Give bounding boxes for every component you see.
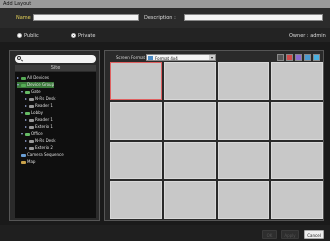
layout-cell[interactable]	[217, 141, 270, 180]
camera-icon	[29, 104, 34, 108]
site-header: Site	[15, 65, 96, 71]
tree-item[interactable]: ▸ N-Rs Desk	[25, 96, 56, 102]
group-icon	[25, 90, 30, 94]
sequence-icon	[21, 153, 26, 157]
tree-item-label: Device Group	[27, 82, 55, 87]
dialog-button-bar: OK Apply Cancel	[0, 225, 330, 241]
screen-format-label: Screen Format :	[116, 55, 148, 60]
layout-cell[interactable]	[271, 101, 323, 140]
tree-item-label: Exterio 2	[35, 145, 53, 150]
layout-cell[interactable]	[163, 101, 216, 140]
camera-icon	[29, 118, 34, 122]
layout-cell[interactable]	[271, 181, 323, 219]
tree-item[interactable]: ▸ All Devices	[17, 75, 49, 81]
tree-item-label: All Devices	[27, 75, 49, 80]
group-icon	[25, 111, 30, 115]
window-title-bar: Add Layout	[0, 0, 330, 8]
toolbar-button-5[interactable]	[313, 54, 320, 61]
toolbar-button-4[interactable]	[304, 54, 311, 61]
layout-cell[interactable]	[110, 101, 162, 140]
tree-item[interactable]: ▸ Reader 1	[25, 103, 53, 109]
tree-item[interactable]: Map	[17, 159, 35, 165]
group-icon	[21, 76, 26, 80]
format-icon	[148, 56, 153, 60]
device-tree-panel: Site ▸ All Devices ▾ Device Group ▾ Gate ▸ N-Rs…	[9, 50, 100, 221]
tree-item-label: N-Rs Desk	[35, 96, 56, 101]
layout-cell[interactable]	[163, 181, 216, 219]
layout-cell[interactable]	[110, 141, 162, 180]
window-title: Add Layout	[3, 1, 32, 7]
tree-item[interactable]: ▾ Device Group	[17, 82, 55, 88]
tree-item-label: Exterio 1	[35, 124, 53, 129]
layout-cell[interactable]	[163, 62, 216, 100]
layout-cell[interactable]	[163, 141, 216, 180]
map-icon	[21, 160, 26, 164]
description-label: Description :	[144, 15, 176, 21]
layout-grid	[110, 62, 323, 219]
layout-cell[interactable]	[110, 181, 162, 219]
toolbar-button-1[interactable]	[277, 54, 284, 61]
group-icon	[25, 132, 30, 136]
name-input[interactable]	[33, 14, 139, 21]
public-radio[interactable]	[17, 33, 22, 38]
tree-item[interactable]: ▸ Reader 1	[25, 117, 53, 123]
camera-icon	[29, 97, 34, 101]
layout-cell[interactable]	[110, 62, 162, 100]
tree-item[interactable]: Camera Sequence	[17, 152, 64, 158]
search-input[interactable]	[15, 55, 96, 63]
ok-button[interactable]: OK	[262, 230, 277, 239]
layout-cell[interactable]	[271, 62, 323, 100]
toolbar-button-2[interactable]	[286, 54, 293, 61]
tree-item[interactable]: ▾ Office	[21, 131, 43, 137]
layout-cell[interactable]	[217, 181, 270, 219]
tree-item-label: Office	[31, 131, 43, 136]
tree-item[interactable]: ▾ Gate	[21, 89, 41, 95]
camera-icon	[29, 125, 34, 129]
layout-panel: Screen Format : Format 4x4 ▾	[104, 50, 324, 221]
layout-cell[interactable]	[217, 62, 270, 100]
tree-item-label: Gate	[31, 89, 41, 94]
tree-item-label: Map	[27, 159, 36, 164]
screen-format-select[interactable]: Format 4x4 ▾	[146, 54, 216, 61]
private-radio[interactable]	[71, 33, 76, 38]
tree-item-label: Lobby	[31, 110, 44, 115]
screen-format-value: Format 4x4	[155, 56, 178, 61]
toolbar-button-3[interactable]	[295, 54, 302, 61]
tree-item-label: Camera Sequence	[27, 152, 64, 157]
apply-button[interactable]: Apply	[281, 230, 299, 239]
tree-item-label: Reader 1	[35, 103, 53, 108]
cancel-button[interactable]: Cancel	[304, 230, 324, 239]
name-row: Name : Description :	[0, 8, 330, 28]
layout-cell[interactable]	[217, 101, 270, 140]
device-tree: ▸ All Devices ▾ Device Group ▾ Gate ▸ N-Rs Desk…	[15, 72, 96, 218]
private-label: Private	[78, 33, 96, 39]
tree-item[interactable]: ▾ Lobby	[21, 110, 43, 116]
name-label: Name :	[16, 15, 35, 21]
camera-icon	[29, 139, 34, 143]
search-icon	[17, 56, 21, 60]
camera-icon	[29, 146, 34, 150]
group-icon	[21, 83, 26, 87]
tree-item-label: N-Rs Desk	[35, 138, 56, 143]
public-label: Public	[24, 33, 39, 39]
layout-cell[interactable]	[271, 141, 323, 180]
tree-item-label: Reader 1	[35, 117, 53, 122]
description-input[interactable]	[184, 14, 323, 21]
tree-item[interactable]: ▸ Exterio 2	[25, 145, 53, 151]
tree-item[interactable]: ▸ N-Rs Desk	[25, 138, 56, 144]
visibility-row: Public Private Owner : admin	[0, 28, 330, 42]
owner-label: Owner : admin	[289, 33, 326, 39]
chevron-down-icon: ▾	[209, 55, 215, 60]
tree-item[interactable]: ▸ Exterio 1	[25, 124, 53, 130]
